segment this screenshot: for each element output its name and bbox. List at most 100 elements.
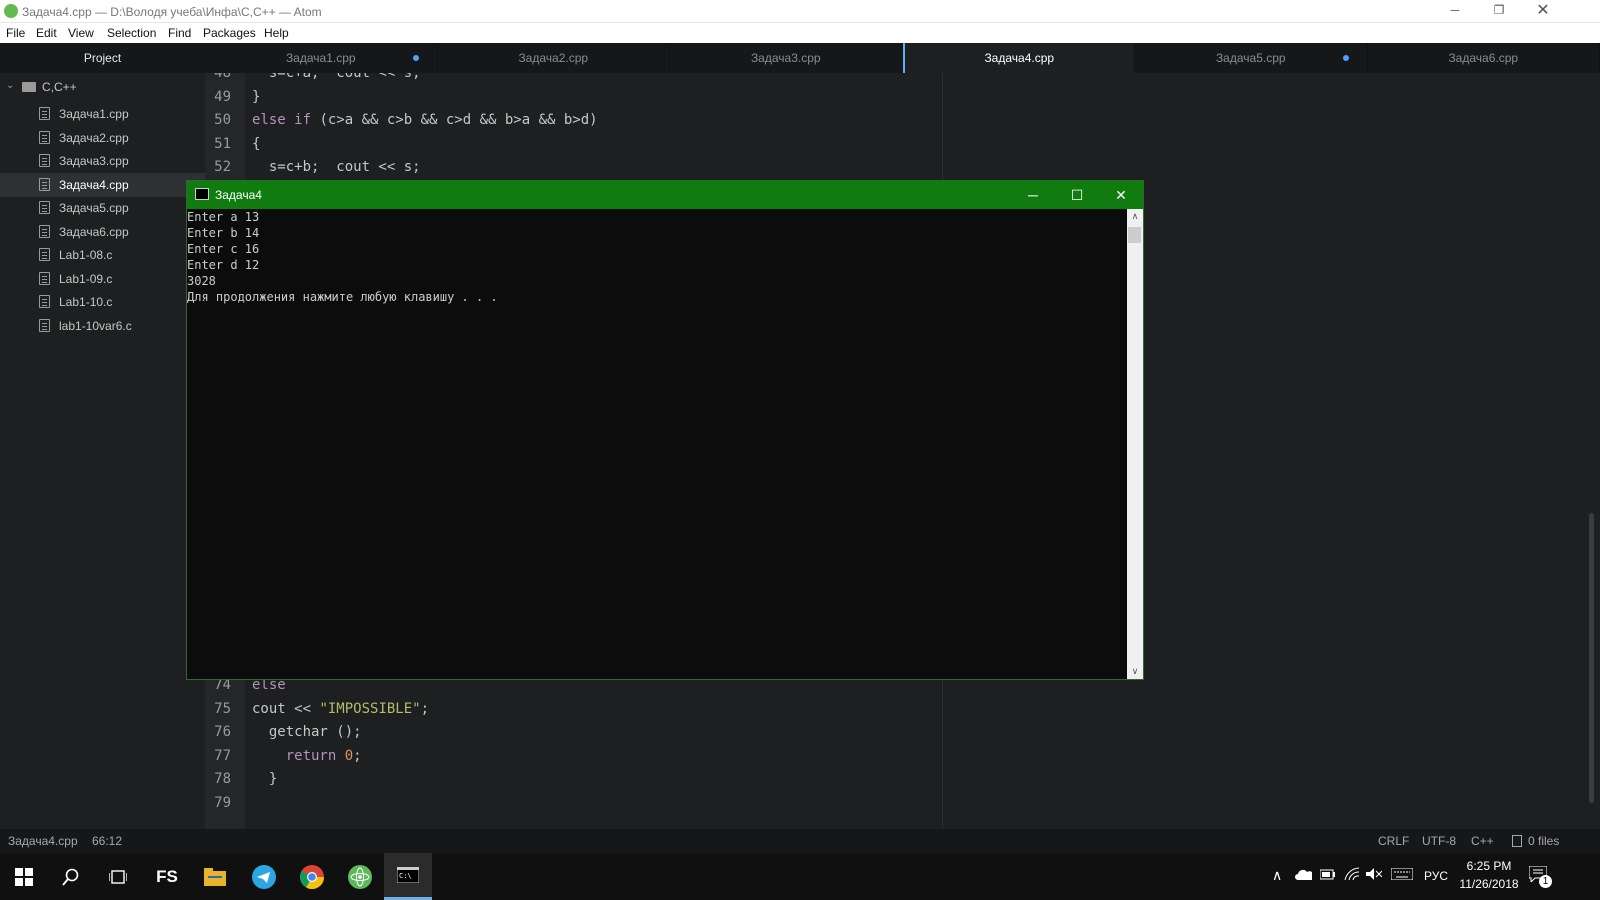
menu-selection[interactable]: Selection (107, 26, 156, 40)
line-number: 79 (214, 794, 231, 811)
tab-file[interactable]: Задача3.cpp (670, 43, 903, 73)
minimize-button[interactable]: ─ (1432, 0, 1478, 23)
console-scrollbar[interactable]: ∧ ∨ (1127, 209, 1143, 679)
code-line[interactable]: 77 return 0; (205, 748, 925, 772)
tab-file[interactable]: Задача1.cpp (205, 43, 438, 73)
code-line[interactable]: 48 s=c+a; cout << s; (205, 73, 925, 89)
task-view-button[interactable] (94, 853, 142, 900)
scrollbar-thumb[interactable] (1589, 513, 1594, 803)
status-grammar[interactable]: C++ (1471, 834, 1494, 848)
volume-muted-icon[interactable] (1366, 868, 1382, 880)
file-text-icon (39, 107, 50, 120)
tray-expand-icon[interactable]: ∧ (1272, 867, 1282, 884)
scroll-up-icon[interactable]: ∧ (1127, 211, 1143, 222)
git-files-icon (1512, 835, 1522, 847)
tree-file-item[interactable]: lab1-10var6.c (0, 314, 205, 338)
editor-scrollbar[interactable] (1586, 73, 1600, 829)
search-button[interactable] (47, 853, 95, 900)
search-icon (62, 868, 79, 886)
tab-file[interactable]: Задача5.cpp (1135, 43, 1368, 73)
tree-file-label: Задача6.cpp (59, 224, 129, 239)
tree-file-item[interactable]: Lab1-09.c (0, 267, 205, 291)
onedrive-icon[interactable] (1295, 869, 1312, 880)
fs-app-button[interactable]: FS (143, 853, 191, 900)
file-text-icon (39, 248, 50, 261)
menu-view[interactable]: View (68, 26, 94, 40)
restore-button[interactable]: ❐ (1476, 0, 1522, 23)
telegram-icon (252, 864, 276, 889)
tree-file-item[interactable]: Задача6.cpp (0, 220, 205, 244)
status-line-ending[interactable]: CRLF (1378, 834, 1409, 848)
console-maximize-button[interactable]: ☐ (1055, 181, 1099, 209)
tree-file-item[interactable]: Задача5.cpp (0, 196, 205, 220)
telegram-button[interactable] (240, 853, 288, 900)
menu-edit[interactable]: Edit (36, 26, 57, 40)
menu-find[interactable]: Find (168, 26, 191, 40)
menu-help[interactable]: Help (264, 26, 289, 40)
code-line[interactable]: 75 cout << "IMPOSSIBLE"; (205, 701, 925, 725)
tab-file[interactable]: Задача6.cpp (1368, 43, 1600, 73)
tree-file-label: lab1-10var6.c (59, 318, 132, 333)
console-line: Enter d 12 (187, 258, 260, 272)
modified-dot-icon[interactable] (412, 55, 419, 61)
status-bar: Задача4.cpp 66:12 CRLF UTF-8 C++ 0 files (0, 829, 1600, 853)
console-close-button[interactable]: ✕ (1099, 181, 1143, 209)
code-line[interactable]: 78 } (205, 771, 925, 795)
status-encoding[interactable]: UTF-8 (1422, 834, 1456, 848)
menu-file[interactable]: File (6, 26, 25, 40)
tab-label: Задача2.cpp (518, 51, 589, 65)
menu-bar: File Edit View Selection Find Packages H… (0, 23, 1600, 43)
code-line[interactable]: 50 else if (c>a && c>b && c>d && b>a && b… (205, 112, 925, 136)
tree-file-item[interactable]: Lab1-08.c (0, 243, 205, 267)
tree-file-label: Задача5.cpp (59, 201, 129, 215)
console-window[interactable]: Задача4 ─ ☐ ✕ Enter a 13 Enter b 14 Enter … (186, 180, 1144, 680)
line-number: 52 (214, 159, 231, 175)
code-line[interactable]: 79 (205, 795, 925, 819)
tree-file-item[interactable]: Задача2.cpp (0, 126, 205, 150)
status-files[interactable]: 0 files (1528, 834, 1559, 848)
file-text-icon (39, 224, 50, 238)
code-line[interactable]: 51 { (205, 136, 925, 160)
console-title-bar[interactable]: Задача4 ─ ☐ ✕ (187, 181, 1143, 209)
project-panel-header[interactable]: Project (0, 43, 205, 73)
scroll-down-icon[interactable]: ∨ (1127, 666, 1143, 677)
console-app-icon (195, 188, 209, 200)
line-number: 51 (214, 135, 231, 152)
tree-file-item[interactable]: Задача4.cpp (0, 172, 205, 197)
code-text: getchar (); (252, 724, 362, 740)
code-text: cout << "IMPOSSIBLE"; (252, 700, 430, 717)
tree-file-item[interactable]: Задача1.cpp (0, 102, 205, 126)
console-line: Для продолжения нажмите любую клавишу . … (187, 290, 498, 304)
console-taskbar-button[interactable]: C:\ (384, 853, 432, 900)
tree-file-item[interactable]: Задача3.cpp (0, 149, 205, 173)
tab-file[interactable]: Задача4.cpp (902, 43, 1135, 73)
input-language[interactable]: РУС (1424, 869, 1448, 883)
console-scroll-thumb[interactable] (1128, 227, 1141, 243)
clock-date[interactable]: 11/26/2018 (1457, 877, 1521, 891)
wifi-icon[interactable] (1344, 867, 1360, 881)
code-text: { (252, 135, 261, 152)
tree-file-item[interactable]: Lab1-10.c (0, 290, 205, 314)
status-cursor-position[interactable]: 66:12 (92, 834, 122, 848)
tab-file[interactable]: Задача2.cpp (438, 43, 670, 73)
code-text: s=c+a; cout << s; (252, 73, 421, 81)
menu-packages[interactable]: Packages (203, 26, 256, 40)
console-line: Enter b 14 (187, 226, 260, 240)
clock-time[interactable]: 6:25 PM (1464, 859, 1514, 873)
code-line[interactable]: 76 getchar (); (205, 724, 925, 748)
code-line[interactable]: 49} (205, 89, 925, 113)
console-minimize-button[interactable]: ─ (1011, 181, 1055, 209)
keyboard-icon[interactable] (1391, 868, 1413, 880)
status-file-path[interactable]: Задача4.cpp (8, 834, 78, 848)
chrome-button[interactable] (288, 853, 336, 900)
atom-taskbar-button[interactable] (336, 853, 384, 900)
file-text-icon (39, 154, 50, 167)
battery-icon[interactable] (1320, 868, 1336, 880)
file-explorer-button[interactable] (191, 853, 239, 900)
task-view-icon (109, 869, 127, 884)
code-line[interactable]: 74 else (205, 677, 925, 701)
modified-dot-icon[interactable] (1342, 55, 1349, 61)
close-button[interactable]: ✕ (1520, 0, 1566, 23)
tree-file-label: Задача4.cpp (59, 177, 129, 192)
start-button[interactable] (0, 853, 48, 900)
